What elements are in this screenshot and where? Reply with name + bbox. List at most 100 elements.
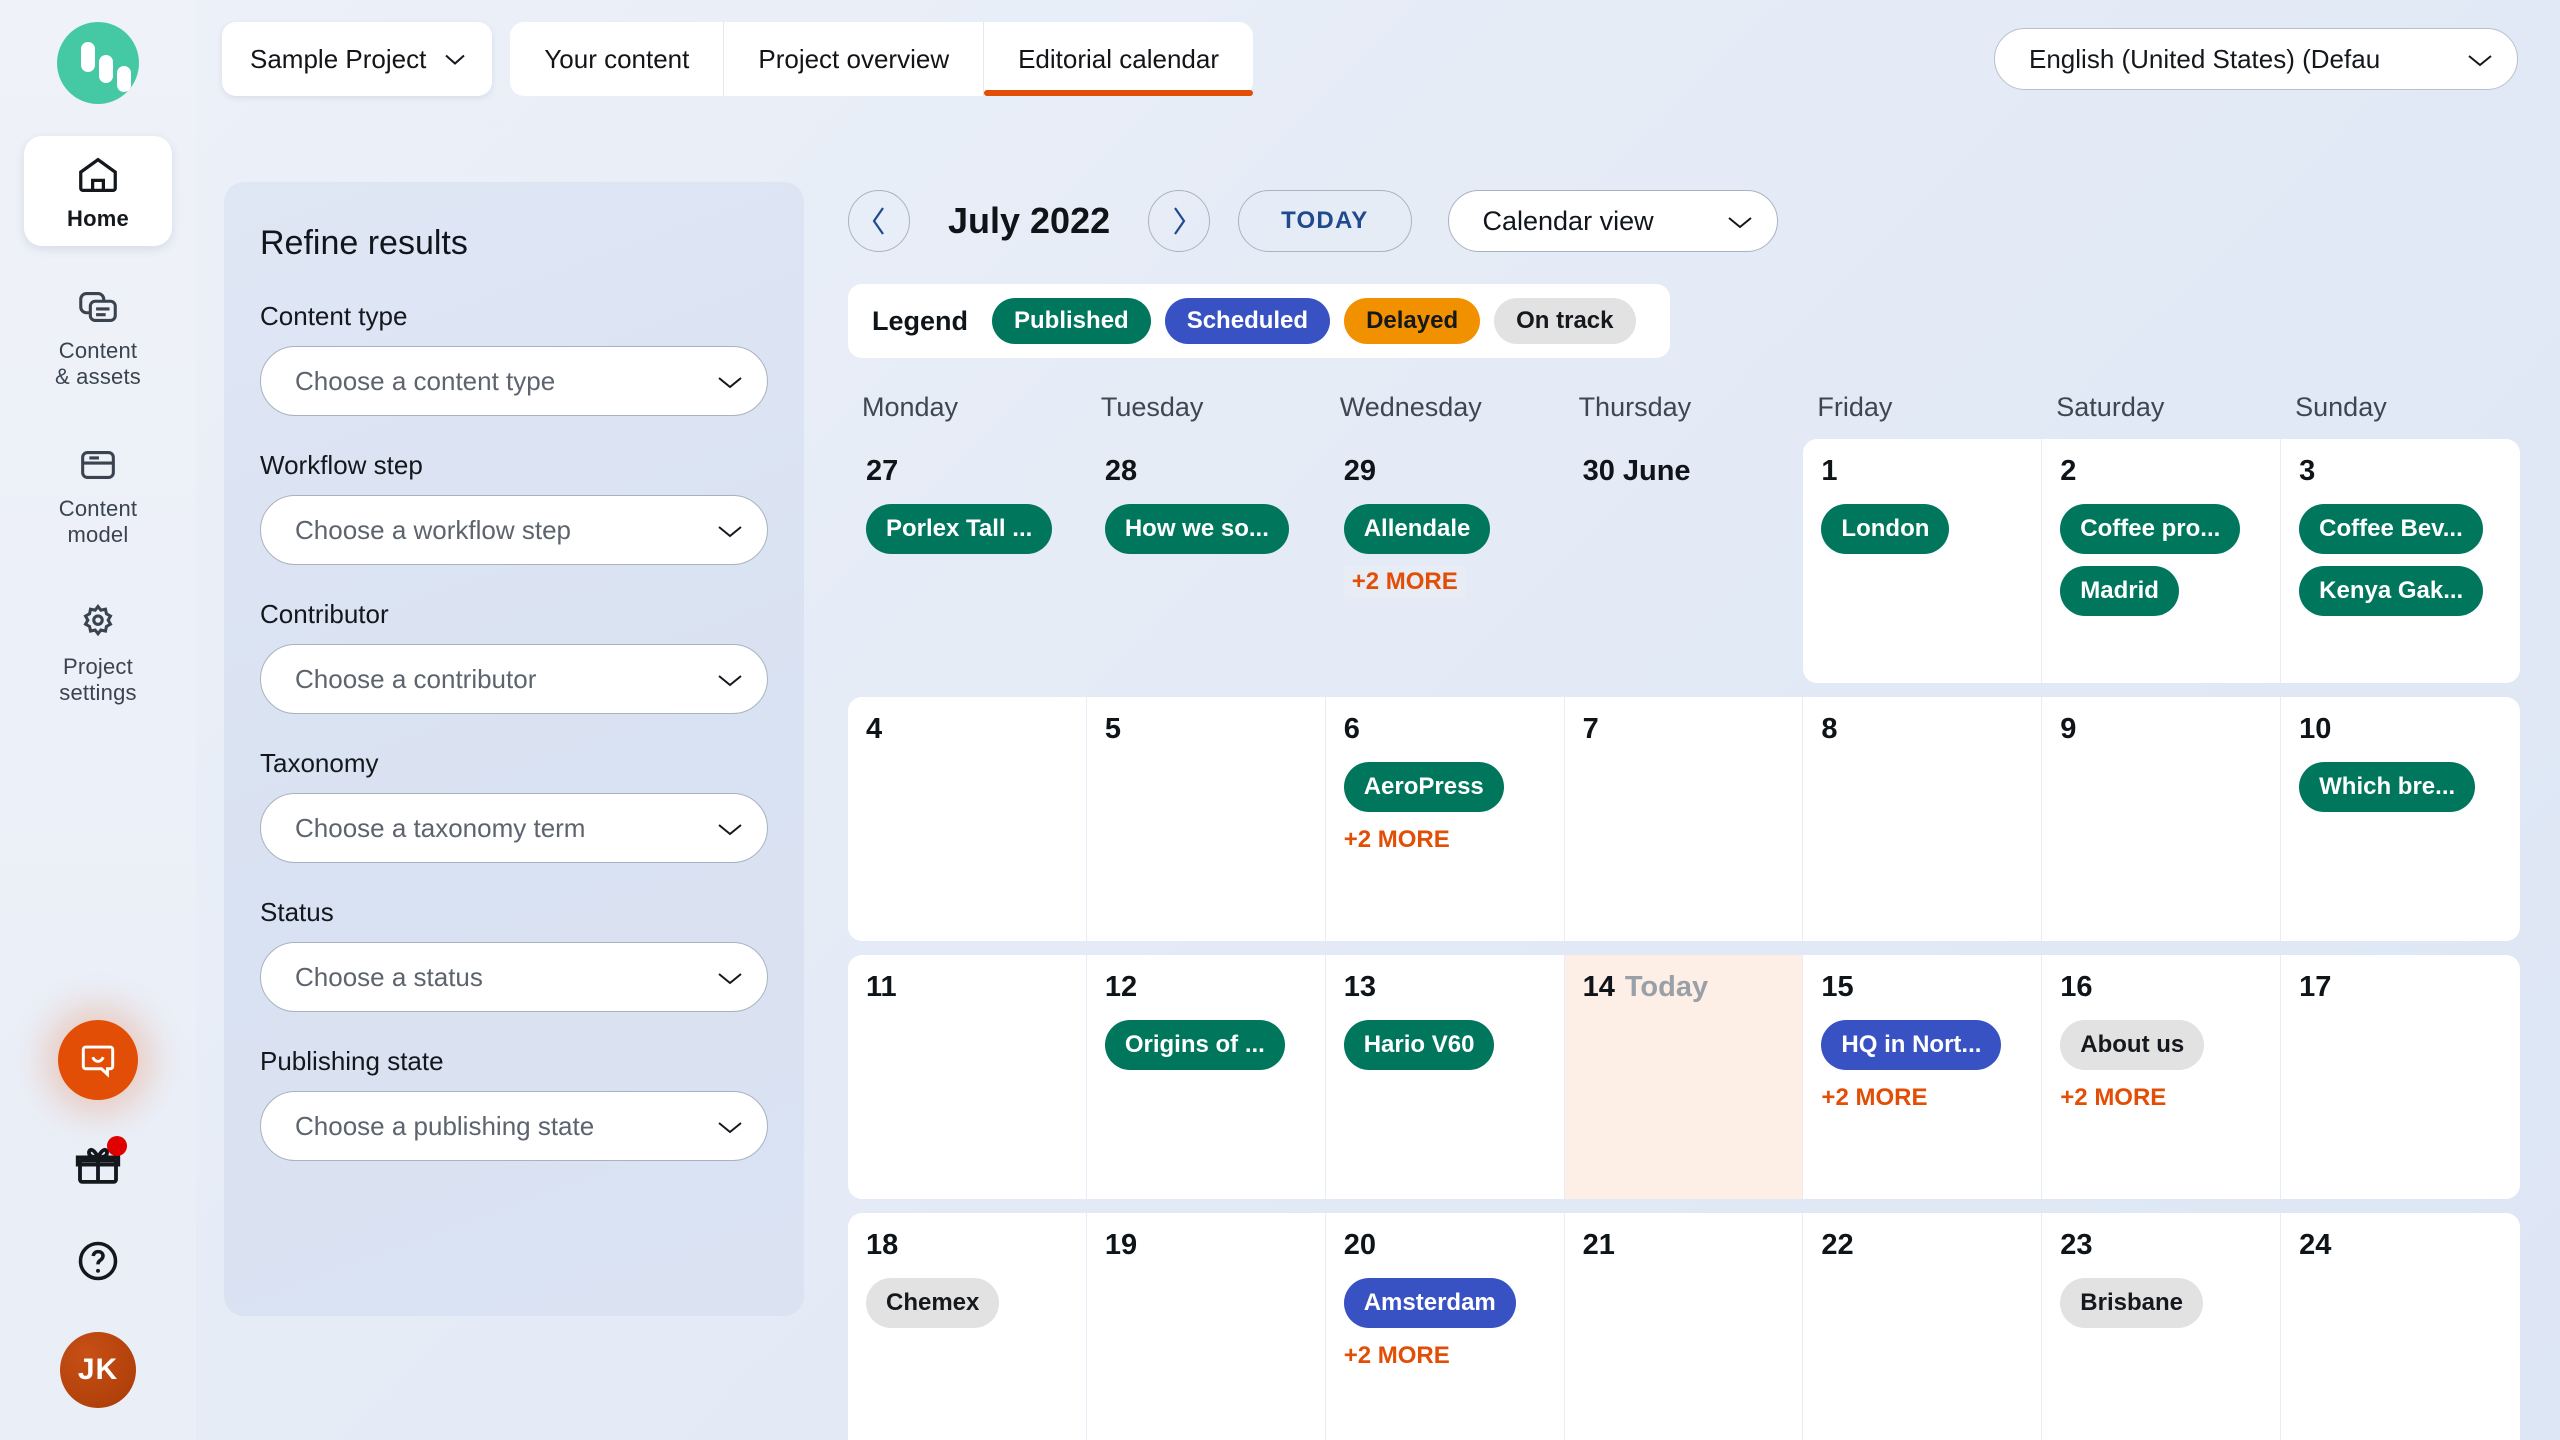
day-number: 29 (1344, 455, 1376, 487)
sidebar-item-content-model[interactable]: Contentmodel (24, 426, 172, 562)
chat-bubble-icon[interactable] (58, 1020, 138, 1100)
chevron-down-icon (717, 822, 737, 834)
calendar-view-select[interactable]: Calendar view (1448, 190, 1778, 252)
calendar-day-cell[interactable]: 21 (1565, 1213, 1804, 1440)
calendar-day-cell[interactable]: 6AeroPress+2 MORE (1326, 697, 1565, 941)
calendar-day-cell[interactable]: 18 Chemex (848, 1213, 1087, 1440)
project-switcher[interactable]: Sample Project (222, 22, 492, 96)
calendar-day-cell[interactable]: 16About us+2 MORE (2042, 955, 2281, 1199)
day-events: How we so... (1105, 504, 1308, 554)
language-select[interactable]: English (United States) (Defau (1994, 28, 2518, 90)
more-events-link[interactable]: +2 MORE (2060, 1082, 2166, 1114)
filter-label: Status (260, 897, 768, 928)
calendar-day-cell[interactable]: 15 HQ in Nort... +2 MORE (1803, 955, 2042, 1199)
more-events-link[interactable]: +2 MORE (1344, 824, 1450, 856)
calendar-day-cell[interactable]: 14Today (1565, 955, 1804, 1199)
calendar-event-scheduled[interactable]: HQ in Nort... (1821, 1020, 2001, 1070)
filter-placeholder: Choose a workflow step (295, 515, 571, 546)
workflow-step-select[interactable]: Choose a workflow step (260, 495, 768, 565)
calendar-day-cell[interactable]: 9 (2042, 697, 2281, 941)
today-button[interactable]: TODAY (1238, 190, 1411, 252)
taxonomy-select[interactable]: Choose a taxonomy term (260, 793, 768, 863)
calendar-event-ontrack[interactable]: About us (2060, 1020, 2204, 1070)
more-events-link[interactable]: +2 MORE (1821, 1082, 1927, 1114)
calendar-day-cell[interactable]: 27Porlex Tall ... (848, 439, 1087, 683)
tab-your-content[interactable]: Your content (510, 22, 724, 96)
calendar-day-cell[interactable]: 17 (2281, 955, 2520, 1199)
day-number-row: 15 (1821, 971, 2023, 1004)
day-number-row: 3 (2299, 455, 2502, 488)
day-number-row: 10 (2299, 713, 2502, 746)
sidebar-item-home[interactable]: Home (24, 136, 172, 246)
legend-chip-published[interactable]: Published (992, 298, 1151, 344)
next-month-button[interactable] (1148, 190, 1210, 252)
tab-label: Your content (544, 44, 689, 75)
legend-chip-delayed[interactable]: Delayed (1344, 298, 1480, 344)
calendar-event-published[interactable]: AeroPress (1344, 762, 1504, 812)
legend-chip-scheduled[interactable]: Scheduled (1165, 298, 1330, 344)
calendar-event-published[interactable]: Porlex Tall ... (866, 504, 1052, 554)
calendar-day-cell[interactable]: 22 (1803, 1213, 2042, 1440)
calendar-day-cell[interactable]: 28How we so... (1087, 439, 1326, 683)
sidebar-item-content-assets[interactable]: Content& assets (24, 268, 172, 404)
calendar-day-cell[interactable]: 29 Allendale +2 MORE (1326, 439, 1565, 683)
day-number-row: 9 (2060, 713, 2262, 746)
status-select[interactable]: Choose a status (260, 942, 768, 1012)
calendar-day-cell[interactable]: 30 June (1565, 439, 1804, 683)
calendar-day-cell[interactable]: 24 (2281, 1213, 2520, 1440)
gift-icon[interactable] (71, 1138, 125, 1192)
calendar-event-scheduled[interactable]: Amsterdam (1344, 1278, 1516, 1328)
calendar-event-published[interactable]: Origins of ... (1105, 1020, 1285, 1070)
kontent-logo-icon[interactable] (57, 22, 139, 104)
day-number-row: 22 (1821, 1229, 2023, 1262)
calendar-event-published[interactable]: Allendale (1344, 504, 1491, 554)
more-events-link[interactable]: +2 MORE (1344, 566, 1466, 598)
calendar-day-cell[interactable]: 12Origins of ... (1087, 955, 1326, 1199)
tab-editorial-calendar[interactable]: Editorial calendar (984, 22, 1253, 96)
calendar-event-published[interactable]: How we so... (1105, 504, 1289, 554)
refine-results-panel: Refine results Content type Choose a con… (224, 182, 804, 1316)
calendar-day-cell[interactable]: 7 (1565, 697, 1804, 941)
calendar-day-cell[interactable]: 20Amsterdam+2 MORE (1326, 1213, 1565, 1440)
day-number: 9 (2060, 713, 2076, 745)
calendar-day-cell[interactable]: 19 (1087, 1213, 1326, 1440)
legend-chip-on-track[interactable]: On track (1494, 298, 1635, 344)
publishing-state-select[interactable]: Choose a publishing state (260, 1091, 768, 1161)
day-number: 14 (1583, 971, 1615, 1003)
question-circle-icon[interactable] (73, 1236, 123, 1286)
calendar-day-cell[interactable]: 5 (1087, 697, 1326, 941)
content-type-select[interactable]: Choose a content type (260, 346, 768, 416)
content-model-icon (75, 442, 121, 488)
day-number-row: 18 (866, 1229, 1068, 1262)
calendar-day-cell[interactable]: 4 (848, 697, 1087, 941)
calendar-day-cell[interactable]: 11 (848, 955, 1087, 1199)
calendar-day-cell[interactable]: 23Brisbane (2042, 1213, 2281, 1440)
calendar-event-published[interactable]: Kenya Gak... (2299, 566, 2483, 616)
calendar-day-cell[interactable]: 1London (1803, 439, 2042, 683)
calendar-day-cell[interactable]: 13Hario V60 (1326, 955, 1565, 1199)
contributor-select[interactable]: Choose a contributor (260, 644, 768, 714)
calendar-event-ontrack[interactable]: Chemex (866, 1278, 999, 1328)
calendar-event-published[interactable]: Madrid (2060, 566, 2179, 616)
calendar-event-published[interactable]: Which bre... (2299, 762, 2475, 812)
rail-nav: Home Content& assets (0, 136, 196, 742)
day-events: AeroPress +2 MORE (1344, 762, 1546, 856)
calendar-day-cell[interactable]: 10 Which bre... (2281, 697, 2520, 941)
tab-project-overview[interactable]: Project overview (724, 22, 984, 96)
calendar-event-ontrack[interactable]: Brisbane (2060, 1278, 2203, 1328)
avatar[interactable]: JK (60, 1332, 136, 1408)
legend-title: Legend (872, 306, 968, 337)
calendar-month-label: July 2022 (948, 200, 1110, 242)
calendar-day-cell[interactable]: 2Coffee pro...Madrid (2042, 439, 2281, 683)
more-events-link[interactable]: +2 MORE (1344, 1340, 1450, 1372)
prev-month-button[interactable] (848, 190, 910, 252)
calendar-event-published[interactable]: Coffee Bev... (2299, 504, 2483, 554)
day-number: 24 (2299, 1229, 2331, 1261)
calendar-day-cell[interactable]: 8 (1803, 697, 2042, 941)
calendar-toolbar: July 2022 TODAY Calendar view (848, 182, 2520, 260)
calendar-event-published[interactable]: London (1821, 504, 1949, 554)
calendar-event-published[interactable]: Coffee pro... (2060, 504, 2240, 554)
calendar-day-cell[interactable]: 3 Coffee Bev... Kenya Gak... (2281, 439, 2520, 683)
sidebar-item-project-settings[interactable]: Projectsettings (24, 584, 172, 720)
calendar-event-published[interactable]: Hario V60 (1344, 1020, 1495, 1070)
